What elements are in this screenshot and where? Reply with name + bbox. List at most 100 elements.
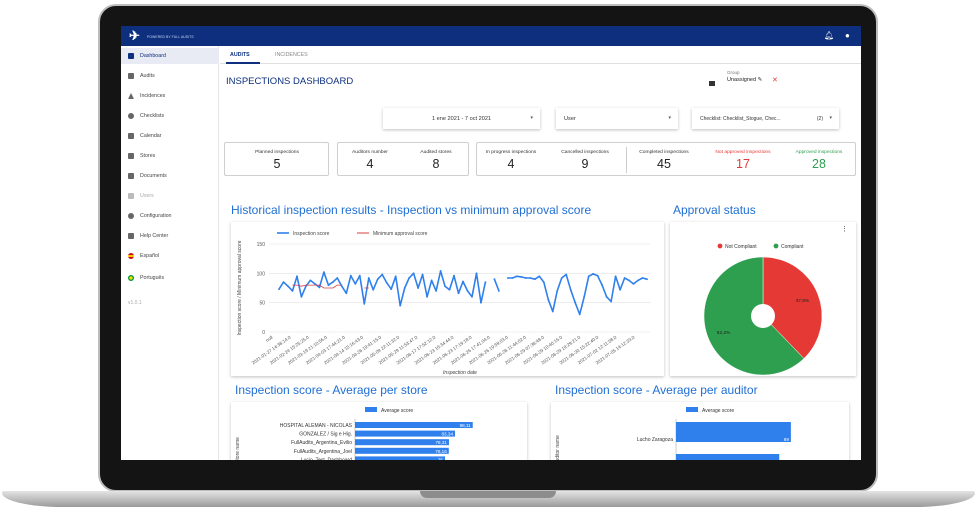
- data-point: [399, 304, 402, 307]
- sidebar-item-dashboard[interactable]: Dashboard: [121, 48, 219, 64]
- sidebar-item-configuration[interactable]: Configuration: [121, 208, 219, 224]
- data-point: [578, 313, 581, 316]
- auditors-stat: Auditors number 4: [340, 150, 400, 171]
- gear-icon: [128, 213, 134, 219]
- sidebar-item-label: Español: [140, 253, 160, 259]
- data-point: [632, 282, 635, 285]
- data-point: [511, 277, 514, 279]
- data-point: [390, 288, 393, 291]
- more-vert-icon[interactable]: ⋮: [841, 225, 848, 233]
- legend-label: Average score: [381, 408, 413, 414]
- legend-swatch: [773, 243, 779, 249]
- date-range-select[interactable]: 1 ene 2021 - 7 oct 2021 ▾: [383, 108, 540, 129]
- data-point: [475, 272, 478, 275]
- data-point: [453, 274, 455, 277]
- history-chart-card: 150 100 50 0 Inspection score / Minimum appr…: [231, 222, 664, 376]
- data-point: [439, 270, 442, 272]
- stat-label: Audited stores: [420, 150, 452, 155]
- stat-label: Completed inspections: [639, 150, 689, 155]
- approval-pie-chart: 37,8% Not Compliant 62,2% Compliant: [703, 243, 823, 376]
- data-point: [417, 287, 420, 289]
- auditor-bar-chart: Average score Auditor name Lucho Zaragoza 8…: [555, 407, 791, 460]
- sidebar-item-documents[interactable]: Documents: [121, 168, 219, 184]
- category-label: Lucio_Test_Dashboard: [301, 457, 352, 460]
- sidebar: Dashboard Audits Incidences Checklists C…: [121, 46, 219, 460]
- y-tick-label: 50: [259, 301, 265, 307]
- logo-subtitle: POWERED BY FULL AUDITS: [147, 35, 194, 39]
- pie-hole: [751, 304, 775, 328]
- bar-value-label: 78,16: [435, 449, 447, 454]
- main-content: AUDITS INCIDENCES INSPECTIONS DASHBOARD …: [220, 46, 861, 460]
- bar-value-label: 83,34: [442, 432, 454, 437]
- sidebar-item-label: Checklists: [140, 113, 165, 119]
- group-value[interactable]: Unassigned ✎: [727, 77, 762, 83]
- store-bar-chart: Average score Store name HOSPITAL ALEMAN -…: [235, 407, 473, 460]
- caret-down-icon: ▾: [668, 115, 671, 121]
- legend-label-min: Minimum approval score: [373, 231, 428, 237]
- bar: [676, 454, 780, 460]
- data-point: [466, 290, 469, 292]
- bar-value-label: 89: [784, 437, 790, 442]
- category-label: FullAudits_Argentina_Evilio: [291, 440, 352, 446]
- data-point: [538, 275, 541, 278]
- slice-label: 62,2%: [717, 330, 731, 336]
- stat-value: 9: [581, 157, 589, 171]
- data-point: [587, 275, 590, 278]
- data-point: [601, 284, 604, 286]
- sidebar-item-language-pt[interactable]: Português: [121, 270, 219, 286]
- caret-down-icon: ▾: [530, 115, 533, 121]
- sidebar-item-language-es[interactable]: Español: [121, 248, 219, 264]
- checklist-select[interactable]: Checklist: Checklist_Stogue, Chec... (2)…: [692, 108, 839, 129]
- completed-stat: Completed inspections 45: [631, 150, 697, 171]
- data-point: [637, 279, 639, 282]
- user-select[interactable]: User ▾: [556, 108, 678, 129]
- sidebar-item-label: Audits: [140, 73, 155, 79]
- laptop-notch: [420, 491, 556, 498]
- users-icon: [128, 193, 134, 199]
- clear-group-icon[interactable]: ✕: [772, 76, 778, 84]
- sidebar-item-label: Help Center: [140, 233, 169, 239]
- data-point: [619, 288, 621, 291]
- data-point: [592, 273, 595, 275]
- bar-value-label: 78,31: [435, 440, 447, 445]
- checklist-count: (2): [816, 115, 823, 122]
- printer-icon[interactable]: [709, 81, 715, 86]
- sidebar-item-stores[interactable]: Stores: [121, 148, 219, 164]
- sidebar-item-audits[interactable]: Audits: [121, 68, 219, 84]
- series-line-0: [278, 270, 648, 316]
- stat-value: 17: [736, 157, 750, 171]
- sidebar-item-calendar[interactable]: Calendar: [121, 128, 219, 144]
- sidebar-item-help-center[interactable]: Help Center: [121, 228, 219, 244]
- bell-icon[interactable]: 🔔︎: [824, 31, 834, 40]
- in-progress-stat: In progress inspections 4: [481, 150, 541, 171]
- tab-audits[interactable]: AUDITS: [230, 52, 250, 58]
- sidebar-item-incidences[interactable]: Incidences: [121, 88, 219, 104]
- data-point: [628, 279, 630, 282]
- data-point: [574, 301, 577, 304]
- fullaudits-logo[interactable]: ✈: [129, 28, 140, 44]
- data-point: [300, 295, 303, 298]
- sidebar-item-label: Calendar: [140, 133, 162, 139]
- data-point: [551, 310, 554, 313]
- checklist-select-value: Checklist: Checklist_Stogue, Chec...: [700, 115, 781, 122]
- data-point: [408, 277, 411, 279]
- pencil-icon[interactable]: ✎: [758, 77, 763, 83]
- sidebar-item-users[interactable]: Users: [121, 188, 219, 204]
- dashboard-icon: [128, 53, 134, 59]
- group-value-text: Unassigned: [727, 77, 757, 83]
- account-icon[interactable]: ●: [845, 31, 850, 40]
- tab-incidences[interactable]: INCIDENCES: [275, 52, 308, 58]
- data-point: [336, 277, 339, 279]
- data-point: [480, 301, 482, 304]
- stat-value: 45: [657, 157, 671, 171]
- sidebar-item-checklists[interactable]: Checklists: [121, 108, 219, 124]
- bar: [355, 430, 456, 437]
- data-point: [435, 290, 437, 292]
- active-tab-indicator: [226, 62, 260, 64]
- store-chart-title: Inspection score - Average per store: [235, 383, 428, 397]
- data-point: [448, 288, 451, 291]
- data-point: [520, 275, 523, 278]
- category-label: FullAudits_Argentina_Joel: [294, 449, 352, 455]
- bar: [355, 456, 445, 460]
- data-point: [278, 288, 280, 291]
